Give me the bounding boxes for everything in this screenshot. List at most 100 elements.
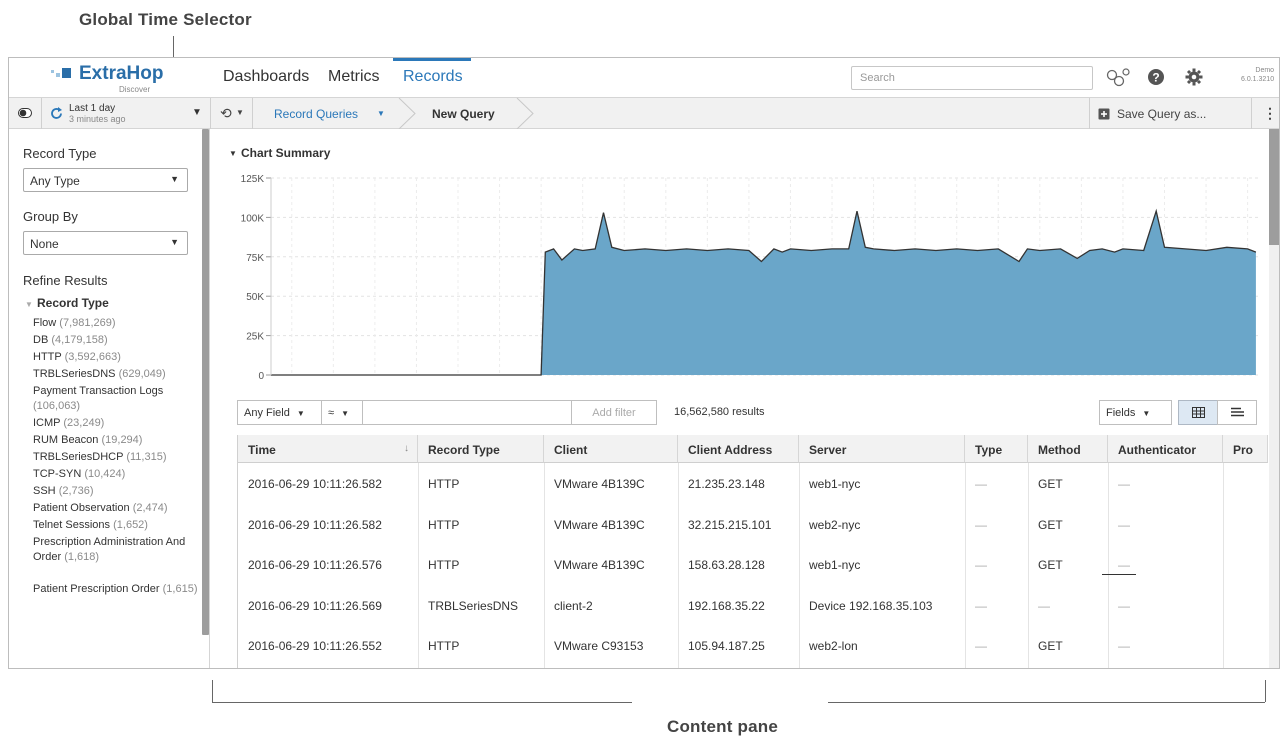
more-options-icon[interactable]: ⋮	[1263, 105, 1277, 122]
table-cell: TRBLSeriesDNS	[428, 598, 519, 613]
table-cell: GET	[1038, 558, 1063, 572]
add-filter-button[interactable]: Add filter	[571, 400, 657, 425]
field-select-value: Any Field	[244, 407, 290, 419]
refine-item[interactable]: Patient Observation (2,474)	[33, 501, 203, 516]
refine-item[interactable]: HTTP (3,592,663)	[33, 350, 203, 365]
refine-item[interactable]: ICMP (23,249)	[33, 416, 203, 431]
nav-metrics[interactable]: Metrics	[328, 68, 380, 86]
refine-record-type-heading[interactable]: Record Type	[37, 296, 109, 310]
x-tick-label: 19:00	[612, 383, 637, 384]
refine-item-name: Patient Observation	[33, 502, 130, 514]
refine-item-count: (106,063)	[33, 400, 81, 412]
refine-item-count: (1,652)	[113, 519, 148, 531]
top-nav: ExtraHop Discover Dashboards Metrics Rec…	[9, 58, 1279, 98]
chart-summary-title[interactable]: Chart Summary	[241, 146, 330, 160]
query-history-caret-icon[interactable]: ▼	[236, 108, 244, 117]
table-view-toggle[interactable]	[1178, 400, 1218, 425]
theme-toggle-icon[interactable]	[18, 108, 32, 118]
breadcrumb-end-icon	[516, 98, 534, 129]
refine-item-name: RUM Beacon	[33, 434, 99, 446]
group-by-select[interactable]: None ▼	[23, 231, 188, 255]
column-header[interactable]: Client	[544, 435, 678, 463]
column-header[interactable]: Type	[965, 435, 1028, 463]
refine-item-name: TCP-SYN	[33, 468, 82, 480]
record-type-select[interactable]: Any Type ▼	[23, 168, 188, 192]
time-selector-caret-icon[interactable]: ▼	[192, 107, 202, 118]
refresh-icon[interactable]	[50, 107, 63, 120]
appliance-name: Demo	[1255, 67, 1275, 74]
chart-area-series	[271, 211, 1256, 375]
column-header[interactable]: Authenticator	[1108, 435, 1223, 463]
main-scrollbar[interactable]	[1269, 129, 1279, 245]
refine-item[interactable]: Telnet Sessions (1,652)	[33, 518, 203, 533]
table-row[interactable]: 2016-06-29 10:11:26.582 HTTP VMware 4B139C…	[238, 504, 1268, 544]
refine-item[interactable]: Payment Transaction Logs (106,063)	[33, 384, 203, 414]
refine-item-count: (3,592,663)	[64, 351, 121, 363]
table-cell: 2016-06-29 10:11:26.552	[248, 639, 382, 653]
content-pane-annotation: Content pane	[667, 717, 779, 736]
x-tick-label: 14:00	[404, 383, 429, 384]
refine-item-name: SSH	[33, 485, 56, 497]
table-cell: 105.94.187.25	[688, 639, 765, 653]
settings-gear-icon[interactable]	[1185, 68, 1203, 86]
column-header[interactable]: Server	[799, 435, 965, 463]
sidebar-scrollbar[interactable]	[202, 129, 209, 635]
logo-text[interactable]: ExtraHop	[79, 63, 163, 85]
collapse-caret-icon[interactable]: ▼	[25, 300, 33, 309]
breadcrumb-new-query[interactable]: New Query	[432, 107, 495, 121]
refine-item[interactable]: TRBLSeriesDHCP (11,315)	[33, 450, 203, 465]
refine-item-name: Prescription Administration And Order	[33, 536, 186, 563]
query-history-icon[interactable]: ⟲	[220, 105, 232, 122]
refine-item[interactable]: TCP-SYN (10,424)	[33, 467, 203, 482]
chart-collapse-icon[interactable]: ▼	[229, 149, 237, 158]
save-query-icon[interactable]	[1098, 108, 1110, 120]
sort-arrow-icon[interactable]: ↓	[404, 443, 409, 454]
save-query-button[interactable]: Save Query as...	[1117, 107, 1206, 121]
refine-item-count: (1,618)	[64, 551, 100, 563]
column-header[interactable]: Time	[238, 435, 418, 463]
column-header[interactable]: Record Type	[418, 435, 544, 463]
refine-item[interactable]: TRBLSeriesDNS (629,049)	[33, 367, 203, 382]
record-queries-caret-icon[interactable]: ▼	[377, 109, 385, 118]
table-cell: HTTP	[428, 558, 460, 572]
time-range-label[interactable]: Last 1 day	[69, 103, 115, 114]
nav-dashboards[interactable]: Dashboards	[223, 68, 309, 86]
nav-records[interactable]: Records	[403, 68, 463, 86]
table-cell: —	[975, 598, 987, 613]
column-header[interactable]: Pro	[1223, 435, 1268, 463]
table-row[interactable]: 2016-06-29 10:11:26.582 HTTP VMware 4B139C…	[238, 463, 1268, 503]
activity-icon[interactable]	[1106, 67, 1132, 87]
field-select[interactable]: Any Field ▼	[237, 400, 322, 425]
refine-item[interactable]: SSH (2,736)	[33, 484, 203, 499]
table-row[interactable]: 2016-06-29 10:11:26.552 HTTP VMware C93153…	[238, 625, 1268, 665]
list-view-toggle[interactable]	[1217, 400, 1257, 425]
table-cell: web2-lon	[809, 639, 858, 653]
table-cell: —	[975, 558, 987, 572]
chevron-down-icon: ▼	[170, 174, 179, 184]
x-tick-label: 18:00	[570, 383, 595, 384]
help-icon[interactable]: ?	[1147, 68, 1165, 86]
refine-item[interactable]: DB (4,179,158)	[33, 333, 203, 348]
fields-button[interactable]: Fields ▼	[1099, 400, 1172, 425]
refine-item[interactable]: Patient Prescription Order (1,615)	[33, 582, 203, 597]
x-tick-label: 10:00	[1235, 383, 1260, 384]
table-cell: 2016-06-29 10:11:26.569	[248, 598, 382, 613]
table-row[interactable]: 2016-06-29 10:11:26.576 HTTP VMware 4B139C…	[238, 544, 1268, 584]
column-header[interactable]: Client Address	[678, 435, 799, 463]
x-tick-label: 2:00	[905, 383, 925, 384]
operator-select[interactable]: ≈ ▼	[321, 400, 363, 425]
filter-value-input[interactable]	[362, 400, 572, 425]
refine-item[interactable]: RUM Beacon (19,294)	[33, 433, 203, 448]
search-input[interactable]: Search	[851, 66, 1093, 90]
breadcrumb-record-queries[interactable]: Record Queries	[274, 107, 358, 121]
list-view-icon	[1231, 407, 1244, 417]
column-header[interactable]: Method	[1028, 435, 1108, 463]
y-tick-label: 50K	[246, 292, 264, 303]
refine-item[interactable]: Flow (7,981,269)	[33, 316, 203, 331]
table-cell: GET	[1038, 639, 1063, 653]
refine-item-count: (629,049)	[118, 368, 166, 380]
table-cell: VMware 4B139C	[554, 517, 645, 532]
x-tick-label: 22:00	[736, 383, 761, 384]
table-row[interactable]: 2016-06-29 10:11:26.569 TRBLSeriesDNS clie…	[238, 585, 1268, 625]
refine-item[interactable]: Prescription Administration And Order (1…	[33, 535, 203, 565]
